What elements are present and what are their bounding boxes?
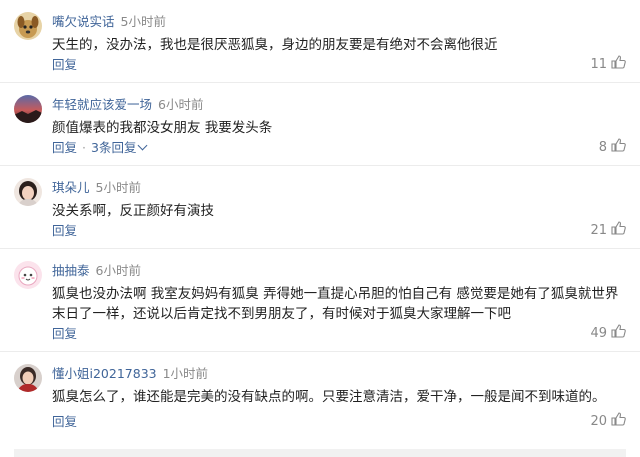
comment-actions: 回复 <box>52 56 77 74</box>
comment-meta: 嘴欠说实话 5小时前 <box>52 13 166 31</box>
bottom-divider-bar <box>14 449 626 457</box>
view-replies-button[interactable]: 3条回复 <box>91 140 148 155</box>
like-count: 8 <box>598 140 607 155</box>
cartoon-avatar-icon <box>14 261 42 289</box>
comment-text: 天生的，没办法，我也是很厌恶狐臭，身边的朋友要是有绝对不会离他很近 <box>52 37 498 53</box>
dog-avatar-icon <box>14 12 42 40</box>
username[interactable]: 抽抽泰 <box>52 263 90 278</box>
comment-item: 年轻就应该爱一场 6小时前 颜值爆表的我都没女朋友 我要发头条 回复 · 3条回复 8 <box>0 83 640 166</box>
like-count: 21 <box>590 223 607 238</box>
like-button[interactable]: 11 <box>590 55 626 75</box>
username[interactable]: 年轻就应该爱一场 <box>52 97 152 112</box>
reply-button[interactable]: 回复 <box>52 414 77 429</box>
reply-button[interactable]: 回复 <box>52 140 77 155</box>
like-button[interactable]: 21 <box>590 221 626 241</box>
comment-meta: 琪朵儿 5小时前 <box>52 179 141 197</box>
comment-text: 狐臭怎么了，谁还能是完美的没有缺点的啊。只要注意清洁，爱干净，一般是闻不到味道的… <box>52 389 606 405</box>
like-button[interactable]: 49 <box>590 324 626 344</box>
comment-text: 没关系啊，反正颜好有演技 <box>52 203 214 219</box>
comment-item: 懂小姐i20217833 1小时前 狐臭怎么了，谁还能是完美的没有缺点的啊。只要注… <box>0 352 640 439</box>
comment-text: 颜值爆表的我都没女朋友 我要发头条 <box>52 120 273 136</box>
like-button[interactable]: 20 <box>590 412 626 432</box>
avatar[interactable] <box>14 95 42 123</box>
sunset-avatar-icon <box>14 95 42 123</box>
username[interactable]: 琪朵儿 <box>52 180 90 195</box>
like-count: 20 <box>590 414 607 429</box>
thumbs-up-icon <box>611 412 626 432</box>
timestamp: 6小时前 <box>158 97 204 112</box>
username[interactable]: 嘴欠说实话 <box>52 14 115 29</box>
avatar[interactable] <box>14 364 42 392</box>
comment-meta: 年轻就应该爱一场 6小时前 <box>52 96 203 114</box>
thumbs-up-icon <box>611 221 626 241</box>
timestamp: 1小时前 <box>162 366 209 381</box>
comment-meta: 抽抽泰 6小时前 <box>52 262 141 280</box>
thumbs-up-icon <box>611 138 626 158</box>
woman-avatar-icon <box>14 364 42 392</box>
thumbs-up-icon <box>611 55 626 75</box>
comment-list: 嘴欠说实话 5小时前 天生的，没办法，我也是很厌恶狐臭，身边的朋友要是有绝对不会离… <box>0 0 640 439</box>
like-count: 49 <box>590 326 607 341</box>
comment-item: 琪朵儿 5小时前 没关系啊，反正颜好有演技 回复 21 <box>0 166 640 249</box>
girl-avatar-icon <box>14 178 42 206</box>
comment-actions: 回复 · 3条回复 <box>52 139 148 157</box>
avatar[interactable] <box>14 178 42 206</box>
username[interactable]: 懂小姐i20217833 <box>52 366 157 381</box>
timestamp: 6小时前 <box>95 263 141 278</box>
comment-item: 抽抽泰 6小时前 狐臭也没办法啊 我室友妈妈有狐臭 弄得她一直提心吊胆的怕自己有 … <box>0 249 640 352</box>
thumbs-up-icon <box>611 324 626 344</box>
comment-text: 狐臭也没办法啊 我室友妈妈有狐臭 弄得她一直提心吊胆的怕自己有 感觉要是她有了狐… <box>52 286 619 322</box>
comment-meta: 懂小姐i20217833 1小时前 <box>52 365 208 383</box>
comment-actions: 回复 <box>52 325 77 343</box>
separator-dot: · <box>82 140 86 155</box>
comment-actions: 回复 <box>52 222 77 240</box>
comment-item: 嘴欠说实话 5小时前 天生的，没办法，我也是很厌恶狐臭，身边的朋友要是有绝对不会离… <box>0 0 640 83</box>
avatar[interactable] <box>14 12 42 40</box>
avatar[interactable] <box>14 261 42 289</box>
replies-label: 3条回复 <box>91 140 137 155</box>
reply-button[interactable]: 回复 <box>52 57 77 72</box>
like-count: 11 <box>590 57 607 72</box>
reply-button[interactable]: 回复 <box>52 223 77 238</box>
timestamp: 5小时前 <box>120 14 166 29</box>
comment-actions: 回复 <box>52 413 77 431</box>
timestamp: 5小时前 <box>95 180 141 195</box>
reply-button[interactable]: 回复 <box>52 326 77 341</box>
like-button[interactable]: 8 <box>599 138 626 158</box>
chevron-down-icon <box>138 140 148 151</box>
